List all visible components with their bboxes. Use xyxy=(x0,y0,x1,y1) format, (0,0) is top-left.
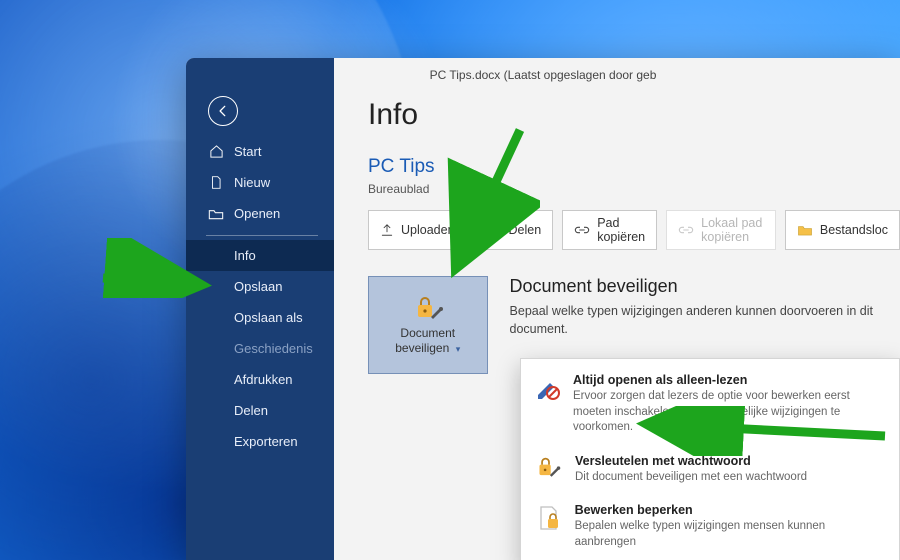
protect-button-label-2: beveiligen xyxy=(395,341,449,355)
link-icon xyxy=(678,224,694,236)
menu-item-encrypt[interactable]: Versleutelen met wachtwoord Dit document… xyxy=(521,446,899,496)
copy-local-path-button: Lokaal pad kopiëren xyxy=(666,210,776,250)
lock-key-icon xyxy=(413,295,443,323)
button-label: Bestandsloc xyxy=(820,223,888,237)
protect-document-button[interactable]: Document beveiligen ▾ xyxy=(368,276,488,374)
menu-item-readonly[interactable]: Altijd openen als alleen-lezen Ervoor zo… xyxy=(521,365,899,446)
menu-item-restrict[interactable]: Bewerken beperken Bepalen welke typen wi… xyxy=(521,495,899,560)
sidebar-item-label: Opslaan xyxy=(234,279,282,294)
sidebar-item-label: Delen xyxy=(234,403,268,418)
home-icon xyxy=(208,144,224,159)
folder-open-icon xyxy=(208,207,224,221)
share-button[interactable]: Delen xyxy=(476,210,554,250)
menu-item-title: Versleutelen met wachtwoord xyxy=(575,454,751,468)
menu-item-title: Altijd openen als alleen-lezen xyxy=(573,373,747,387)
sidebar-item-label: Start xyxy=(234,144,261,159)
back-arrow-icon xyxy=(216,104,230,118)
protect-section-title: Document beveiligen xyxy=(510,276,900,297)
sidebar-item-open[interactable]: Openen xyxy=(186,198,334,229)
sidebar-item-label: Openen xyxy=(234,206,280,221)
document-location: Bureaublad xyxy=(368,182,900,196)
menu-item-sub: Ervoor zorgen dat lezers de optie voor b… xyxy=(573,389,885,436)
sidebar-item-label: Geschiedenis xyxy=(234,341,313,356)
copy-path-button[interactable]: Pad kopiëren xyxy=(562,210,657,250)
sidebar-item-share[interactable]: Delen xyxy=(186,395,334,426)
sidebar-item-label: Afdrukken xyxy=(234,372,293,387)
button-label: Pad kopiëren xyxy=(597,216,645,244)
protect-document-menu: Altijd openen als alleen-lezen Ervoor zo… xyxy=(520,358,900,560)
word-backstage-window: PC Tips.docx (Laatst opgeslagen door geb… xyxy=(186,58,900,560)
share-icon xyxy=(488,223,502,237)
page-lock-icon xyxy=(535,503,563,550)
page-icon xyxy=(208,175,224,190)
sidebar-item-start[interactable]: Start xyxy=(186,136,334,167)
document-title: PC Tips xyxy=(368,156,900,178)
button-label: Delen xyxy=(509,223,542,237)
folder-icon xyxy=(797,224,813,237)
sidebar-item-label: Nieuw xyxy=(234,175,270,190)
sidebar-separator xyxy=(206,235,318,236)
button-label: Uploaden xyxy=(401,223,455,237)
back-button[interactable] xyxy=(208,96,238,126)
button-label: Lokaal pad kopiëren xyxy=(701,216,764,244)
sidebar-item-export[interactable]: Exporteren xyxy=(186,426,334,457)
protect-button-label-1: Document xyxy=(400,326,455,340)
sidebar-item-history: Geschiedenis xyxy=(186,333,334,364)
lock-key-icon xyxy=(535,454,563,486)
sidebar-item-label: Opslaan als xyxy=(234,310,303,325)
sidebar-item-label: Info xyxy=(234,248,256,263)
file-location-button[interactable]: Bestandsloc xyxy=(785,210,900,250)
sidebar-item-info[interactable]: Info xyxy=(186,240,334,271)
upload-button[interactable]: Uploaden xyxy=(368,210,467,250)
menu-item-sub: Dit document beveiligen met een wachtwoo… xyxy=(575,470,807,486)
pen-prohibit-icon xyxy=(535,373,561,436)
info-pane: Info PC Tips Bureaublad Uploaden Delen P xyxy=(334,58,900,560)
backstage-sidebar: Start Nieuw Openen Info Opslaan xyxy=(186,58,334,560)
sidebar-item-new[interactable]: Nieuw xyxy=(186,167,334,198)
page-title: Info xyxy=(368,98,900,132)
protect-section-desc: Bepaal welke typen wijzigingen anderen k… xyxy=(510,303,900,338)
sidebar-item-save-as[interactable]: Opslaan als xyxy=(186,302,334,333)
menu-item-title: Bewerken beperken xyxy=(575,503,693,517)
sidebar-item-print[interactable]: Afdrukken xyxy=(186,364,334,395)
sidebar-item-save[interactable]: Opslaan xyxy=(186,271,334,302)
upload-icon xyxy=(380,223,394,237)
chevron-down-icon: ▾ xyxy=(453,344,460,354)
sidebar-item-label: Exporteren xyxy=(234,434,298,449)
link-icon xyxy=(574,224,590,236)
menu-item-sub: Bepalen welke typen wijzigingen mensen k… xyxy=(575,519,885,550)
info-toolbar: Uploaden Delen Pad kopiëren Lokaal pad k… xyxy=(368,210,900,250)
